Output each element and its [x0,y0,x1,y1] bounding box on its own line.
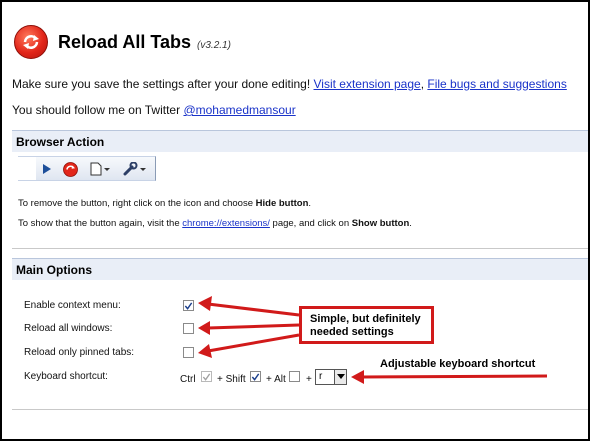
browser-action-heading: Browser Action [12,130,588,152]
show-instruction-middle: page, and click on [272,218,350,229]
section-divider [12,409,588,410]
arrowhead [351,370,364,384]
shortcut-annotation: Adjustable keyboard shortcut [380,358,536,370]
section-divider [12,248,588,249]
arrow-to-pinned-tabs [207,333,300,353]
chrome-extensions-link[interactable]: chrome://extensions/ [182,218,270,229]
wrench-menu-icon[interactable] [122,161,148,177]
hide-button-label: Hide button [255,198,309,209]
show-suffix: . [409,218,412,229]
arrowhead [198,344,212,358]
remove-button-instruction: To remove the button, right click on the… [18,198,311,209]
file-bugs-link[interactable]: File bugs and suggestions [427,77,566,91]
follow-text: You should follow me on Twitter [12,103,181,117]
remove-instruction-text: To remove the button, right click on the… [18,198,253,209]
checkmark-icon [184,301,193,310]
callout-line-2: needed settings [310,326,394,338]
arrow-to-context-menu [207,302,300,317]
alt-checkbox[interactable] [289,371,300,382]
pinned-tabs-checkbox[interactable] [183,347,194,358]
reload-icon[interactable] [62,161,78,177]
reload-all-windows-label: Reload all windows: [24,323,113,334]
main-options-heading: Main Options [12,258,588,280]
callout-line-1: Simple, but definitely [310,313,421,325]
reload-all-windows-checkbox[interactable] [183,323,194,334]
save-reminder: Make sure you save the settings after yo… [12,77,567,91]
page-menu-icon[interactable] [88,161,112,177]
show-button-instruction: To show that the button again, visit the… [18,218,412,229]
shift-label: + Shift [217,374,246,385]
ctrl-label: Ctrl [180,374,196,385]
save-reminder-text: Make sure you save the settings after yo… [12,77,311,91]
shortcut-key-value: r [319,371,323,382]
plus-label: + [306,374,312,385]
settings-callout: Simple, but definitely needed settings [299,306,434,344]
shortcut-key-select[interactable]: r [315,369,347,385]
arrowhead [198,296,212,311]
checkmark-icon [251,372,260,381]
shift-checkbox[interactable] [250,371,261,382]
arrow-to-shortcut-select [361,374,548,379]
show-button-label: Show button [351,218,410,229]
checkmark-icon [202,372,211,381]
reload-logo-icon [14,25,48,59]
follow-line: You should follow me on Twitter @mohamed… [12,103,296,117]
ctrl-checkbox [201,371,212,382]
link-separator: , [420,77,425,91]
pinned-tabs-label: Reload only pinned tabs: [24,347,135,358]
browser-toolbar-preview [18,156,156,181]
context-menu-label: Enable context menu: [24,300,121,311]
arrowhead [198,321,210,335]
version-label: (v3.2.1) [197,39,231,51]
play-icon[interactable] [40,161,54,177]
options-page: Reload All Tabs (v3.2.1) Make sure you s… [0,0,590,441]
arrow-to-reload-windows [207,323,300,330]
twitter-link[interactable]: @mohamedmansour [183,103,295,117]
page-title: Reload All Tabs [58,31,192,52]
alt-label: + Alt [266,374,286,385]
chevron-down-icon[interactable] [334,370,346,384]
visit-extension-link[interactable]: Visit extension page [314,77,421,91]
keyboard-shortcut-label: Keyboard shortcut: [24,371,108,382]
remove-suffix: . [308,198,312,209]
page-header: Reload All Tabs (v3.2.1) [14,24,231,60]
context-menu-checkbox[interactable] [183,300,194,311]
show-instruction-text: To show that the button again, visit the [18,218,180,229]
